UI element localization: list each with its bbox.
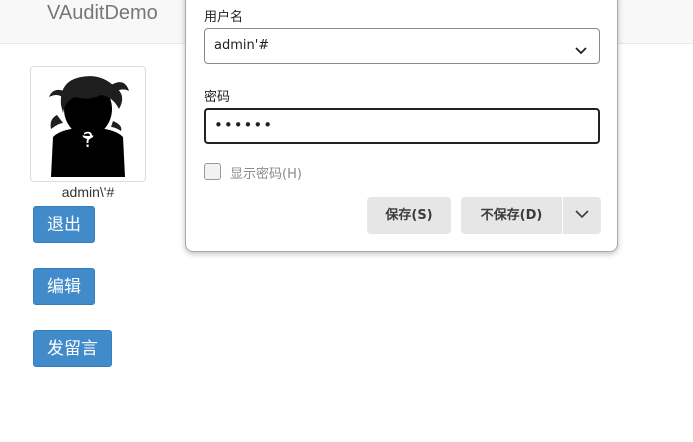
username-field[interactable]: admin'# bbox=[204, 28, 600, 64]
avatar-silhouette-icon: ? bbox=[49, 76, 129, 177]
logout-button[interactable]: 退出 bbox=[33, 206, 95, 243]
show-password-label[interactable]: 显示密码(H) bbox=[230, 163, 302, 182]
chevron-down-icon bbox=[575, 210, 589, 219]
username-label: admin\'# bbox=[61, 184, 115, 200]
save-button[interactable]: 保存(S) bbox=[367, 197, 451, 234]
password-field[interactable]: •••••• bbox=[204, 108, 600, 144]
chevron-down-icon[interactable] bbox=[575, 40, 587, 59]
username-field-label: 用户名 bbox=[204, 10, 244, 25]
brand-link[interactable]: VAuditDemo bbox=[47, 2, 158, 25]
post-message-button[interactable]: 发留言 bbox=[33, 330, 112, 367]
password-field-label: 密码 bbox=[204, 90, 231, 105]
avatar-glyph: ? bbox=[83, 128, 94, 152]
edit-button[interactable]: 编辑 bbox=[33, 268, 95, 305]
dont-save-button[interactable]: 不保存(D) bbox=[461, 197, 562, 234]
avatar: ? bbox=[30, 66, 146, 182]
username-field-value: admin'# bbox=[214, 38, 270, 53]
more-options-button[interactable] bbox=[563, 197, 601, 234]
show-password-checkbox[interactable] bbox=[204, 163, 221, 180]
save-password-popup: 用户名 admin'# 密码 •••••• 显示密码(H) 保存(S) 不保存(… bbox=[185, 0, 618, 252]
password-field-value: •••••• bbox=[214, 116, 274, 134]
